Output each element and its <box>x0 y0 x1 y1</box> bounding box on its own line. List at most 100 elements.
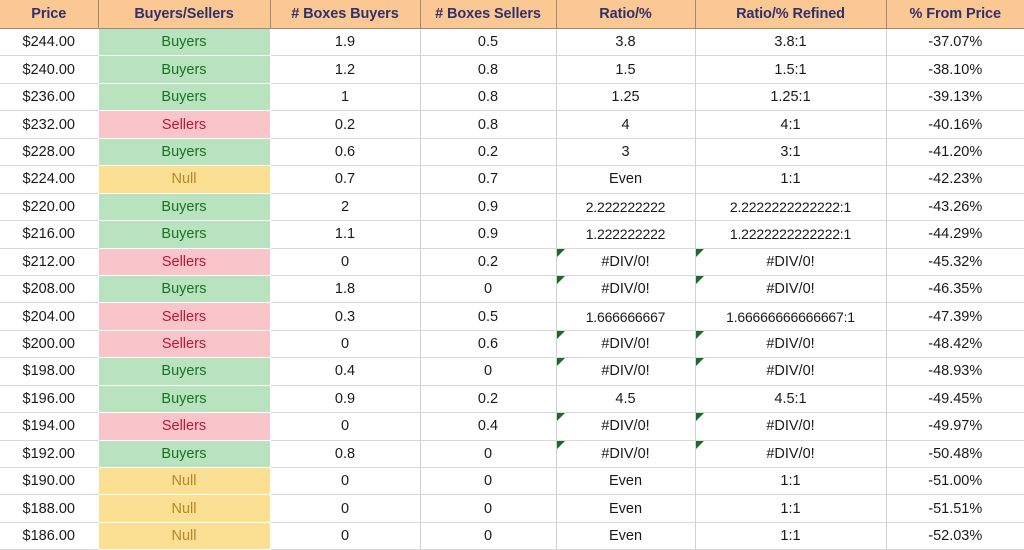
cell-boxes-sellers[interactable]: 0.6 <box>420 330 557 359</box>
cell-price[interactable]: $224.00 <box>0 165 99 194</box>
cell-pct-from-price[interactable]: -49.97% <box>886 412 1024 441</box>
cell-price[interactable]: $188.00 <box>0 494 99 523</box>
cell-boxes-buyers[interactable]: 0 <box>270 494 421 523</box>
cell-boxes-sellers[interactable]: 0 <box>420 522 557 550</box>
cell-ratio-refined[interactable]: 1:1 <box>695 494 887 523</box>
cell-pct-from-price[interactable]: -52.03% <box>886 522 1024 550</box>
cell-buyers-sellers[interactable]: Buyers <box>98 440 271 469</box>
cell-boxes-buyers[interactable]: 0.3 <box>270 302 421 331</box>
cell-boxes-sellers[interactable]: 0.5 <box>420 302 557 331</box>
cell-ratio-refined[interactable]: 3.8:1 <box>695 28 887 57</box>
cell-pct-from-price[interactable]: -46.35% <box>886 275 1024 304</box>
cell-buyers-sellers[interactable]: Buyers <box>98 193 271 222</box>
cell-pct-from-price[interactable]: -41.20% <box>886 138 1024 167</box>
cell-ratio[interactable]: Even <box>556 522 696 550</box>
cell-ratio-refined-error[interactable]: #DIV/0! <box>695 357 887 386</box>
cell-price[interactable]: $192.00 <box>0 440 99 469</box>
cell-price[interactable]: $240.00 <box>0 55 99 84</box>
cell-boxes-sellers[interactable]: 0.2 <box>420 138 557 167</box>
cell-buyers-sellers[interactable]: Buyers <box>98 275 271 304</box>
cell-ratio-refined[interactable]: 2.2222222222222:1 <box>695 193 887 222</box>
cell-ratio[interactable]: 1.222222222 <box>556 220 696 249</box>
cell-boxes-buyers[interactable]: 0.8 <box>270 440 421 469</box>
cell-boxes-buyers[interactable]: 0 <box>270 412 421 441</box>
cell-ratio-refined[interactable]: 1:1 <box>695 165 887 194</box>
cell-buyers-sellers[interactable]: Null <box>98 494 271 523</box>
cell-price[interactable]: $194.00 <box>0 412 99 441</box>
cell-price[interactable]: $198.00 <box>0 357 99 386</box>
column-header-ratio[interactable]: Ratio/% <box>556 0 696 29</box>
cell-ratio[interactable]: Even <box>556 494 696 523</box>
cell-buyers-sellers[interactable]: Sellers <box>98 302 271 331</box>
column-header-ratio-refined[interactable]: Ratio/% Refined <box>695 0 887 29</box>
cell-pct-from-price[interactable]: -48.93% <box>886 357 1024 386</box>
cell-ratio-refined-error[interactable]: #DIV/0! <box>695 330 887 359</box>
cell-price[interactable]: $196.00 <box>0 385 99 414</box>
cell-boxes-buyers[interactable]: 1.8 <box>270 275 421 304</box>
cell-buyers-sellers[interactable]: Buyers <box>98 28 271 57</box>
cell-buyers-sellers[interactable]: Buyers <box>98 83 271 112</box>
cell-pct-from-price[interactable]: -51.51% <box>886 494 1024 523</box>
cell-ratio-error[interactable]: #DIV/0! <box>556 440 696 469</box>
cell-ratio-refined[interactable]: 1:1 <box>695 522 887 550</box>
cell-buyers-sellers[interactable]: Buyers <box>98 220 271 249</box>
cell-ratio-refined-error[interactable]: #DIV/0! <box>695 440 887 469</box>
cell-pct-from-price[interactable]: -44.29% <box>886 220 1024 249</box>
cell-boxes-sellers[interactable]: 0.5 <box>420 28 557 57</box>
cell-price[interactable]: $190.00 <box>0 467 99 496</box>
cell-price[interactable]: $212.00 <box>0 248 99 276</box>
cell-ratio-refined[interactable]: 1:1 <box>695 467 887 496</box>
cell-ratio-refined-error[interactable]: #DIV/0! <box>695 412 887 441</box>
cell-price[interactable]: $232.00 <box>0 110 99 139</box>
cell-pct-from-price[interactable]: -50.48% <box>886 440 1024 469</box>
cell-boxes-buyers[interactable]: 0 <box>270 467 421 496</box>
cell-ratio-refined-error[interactable]: #DIV/0! <box>695 275 887 304</box>
cell-price[interactable]: $208.00 <box>0 275 99 304</box>
cell-buyers-sellers[interactable]: Sellers <box>98 110 271 139</box>
cell-price[interactable]: $204.00 <box>0 302 99 331</box>
cell-ratio-error[interactable]: #DIV/0! <box>556 412 696 441</box>
cell-buyers-sellers[interactable]: Buyers <box>98 357 271 386</box>
cell-ratio-refined[interactable]: 4:1 <box>695 110 887 139</box>
cell-buyers-sellers[interactable]: Sellers <box>98 248 271 276</box>
cell-ratio[interactable]: 4 <box>556 110 696 139</box>
cell-buyers-sellers[interactable]: Null <box>98 467 271 496</box>
cell-boxes-buyers[interactable]: 0.7 <box>270 165 421 194</box>
cell-boxes-sellers[interactable]: 0 <box>420 467 557 496</box>
cell-ratio-error[interactable]: #DIV/0! <box>556 330 696 359</box>
column-header-buyers-sellers[interactable]: Buyers/Sellers <box>98 0 271 29</box>
cell-boxes-buyers[interactable]: 0.6 <box>270 138 421 167</box>
cell-ratio[interactable]: Even <box>556 165 696 194</box>
cell-boxes-sellers[interactable]: 0.8 <box>420 110 557 139</box>
cell-ratio[interactable]: 1.25 <box>556 83 696 112</box>
cell-price[interactable]: $236.00 <box>0 83 99 112</box>
cell-boxes-sellers[interactable]: 0 <box>420 357 557 386</box>
cell-pct-from-price[interactable]: -48.42% <box>886 330 1024 359</box>
cell-boxes-sellers[interactable]: 0.2 <box>420 248 557 276</box>
cell-pct-from-price[interactable]: -49.45% <box>886 385 1024 414</box>
cell-buyers-sellers[interactable]: Buyers <box>98 385 271 414</box>
cell-price[interactable]: $228.00 <box>0 138 99 167</box>
cell-boxes-buyers[interactable]: 0.4 <box>270 357 421 386</box>
cell-boxes-buyers[interactable]: 1.1 <box>270 220 421 249</box>
cell-boxes-buyers[interactable]: 1.9 <box>270 28 421 57</box>
column-header-boxes-buyers[interactable]: # Boxes Buyers <box>270 0 421 29</box>
cell-price[interactable]: $244.00 <box>0 28 99 57</box>
cell-ratio[interactable]: Even <box>556 467 696 496</box>
cell-ratio-error[interactable]: #DIV/0! <box>556 248 696 276</box>
cell-pct-from-price[interactable]: -38.10% <box>886 55 1024 84</box>
cell-boxes-sellers[interactable]: 0.9 <box>420 193 557 222</box>
column-header-price[interactable]: Price <box>0 0 99 29</box>
cell-boxes-sellers[interactable]: 0 <box>420 494 557 523</box>
cell-buyers-sellers[interactable]: Sellers <box>98 412 271 441</box>
cell-buyers-sellers[interactable]: Null <box>98 522 271 550</box>
cell-pct-from-price[interactable]: -37.07% <box>886 28 1024 57</box>
cell-pct-from-price[interactable]: -45.32% <box>886 248 1024 276</box>
cell-buyers-sellers[interactable]: Sellers <box>98 330 271 359</box>
cell-pct-from-price[interactable]: -43.26% <box>886 193 1024 222</box>
cell-boxes-buyers[interactable]: 0 <box>270 330 421 359</box>
cell-boxes-buyers[interactable]: 0 <box>270 522 421 550</box>
cell-ratio[interactable]: 1.666666667 <box>556 302 696 331</box>
cell-boxes-buyers[interactable]: 1.2 <box>270 55 421 84</box>
cell-boxes-buyers[interactable]: 2 <box>270 193 421 222</box>
